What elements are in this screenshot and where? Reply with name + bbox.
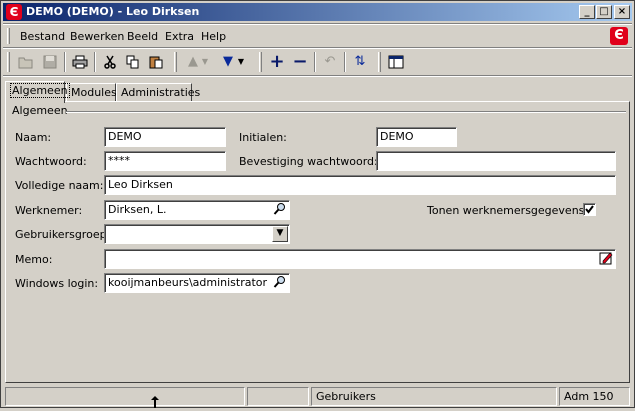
menu-bewerken[interactable]: Bewerken: [70, 30, 124, 43]
windows-login-input[interactable]: kooijmanbeurs\administrator: [104, 273, 290, 293]
status-cell-2: [247, 387, 309, 406]
group-title: Algemeen: [12, 104, 68, 117]
status-bar: Gebruikers Adm 150: [3, 387, 632, 406]
refresh-icon[interactable]: ⇅: [349, 51, 371, 73]
naam-label: Naam:: [15, 131, 52, 144]
volledige-naam-label: Volledige naam:: [15, 179, 104, 192]
werknemer-search-icon[interactable]: [272, 202, 288, 218]
print-icon[interactable]: [69, 51, 91, 73]
menu-beeld[interactable]: Beeld: [127, 30, 158, 43]
arrow-down-dropdown-icon[interactable]: ▼: [235, 51, 247, 73]
toolbar-grip-3[interactable]: [259, 52, 262, 72]
bevestiging-wachtwoord-input[interactable]: [376, 151, 616, 171]
initialen-label: Initialen:: [239, 131, 287, 144]
memo-edit-icon[interactable]: [598, 251, 614, 267]
menu-bestand[interactable]: Bestand: [20, 30, 65, 43]
paste-icon[interactable]: [145, 51, 167, 73]
tonen-werknemersgegevens-label: Tonen werknemersgegevens:: [427, 204, 589, 217]
arrow-up-dropdown-icon[interactable]: ▼: [199, 51, 211, 73]
toolbar-separator: [344, 52, 346, 72]
chevron-down-icon[interactable]: ▼: [272, 226, 288, 242]
cut-icon[interactable]: [99, 51, 121, 73]
application-window: Є DEMO (DEMO) - Leo Dirksen _ □ × Bestan…: [0, 0, 635, 408]
menubar-grip[interactable]: [7, 28, 10, 44]
toolbar-separator: [64, 52, 66, 72]
window-icon[interactable]: [385, 51, 407, 73]
undo-icon[interactable]: ↶: [319, 51, 341, 73]
brand-logo-icon: Є: [610, 27, 628, 45]
naam-input[interactable]: DEMO: [104, 127, 226, 147]
window-title: DEMO (DEMO) - Leo Dirksen: [26, 5, 200, 18]
werknemer-label: Werknemer:: [15, 204, 83, 217]
status-cell-1: [5, 387, 245, 406]
windows-login-value: kooijmanbeurs\administrator: [108, 276, 268, 289]
volledige-naam-input[interactable]: Leo Dirksen: [104, 175, 616, 195]
tonen-werknemersgegevens-checkbox[interactable]: [583, 203, 596, 216]
title-bar[interactable]: Є DEMO (DEMO) - Leo Dirksen _ □ ×: [3, 3, 632, 21]
status-administration: Adm 150: [559, 387, 630, 406]
tab-modules[interactable]: Modules: [66, 83, 117, 102]
gebruikersgroep-select[interactable]: ▼: [104, 224, 290, 244]
werknemer-input[interactable]: Dirksen, L.: [104, 200, 290, 220]
add-icon[interactable]: +: [266, 51, 288, 73]
close-button[interactable]: ×: [614, 5, 630, 19]
toolbar: ▲ ▼ ▼ ▼ + − ↶ ⇅: [3, 49, 632, 75]
toolbar-separator: [94, 52, 96, 72]
werknemer-value: Dirksen, L.: [108, 203, 167, 216]
tab-administraties[interactable]: Administraties: [116, 83, 200, 102]
wachtwoord-label: Wachtwoord:: [15, 155, 87, 168]
open-folder-icon[interactable]: [15, 51, 37, 73]
menu-extra[interactable]: Extra: [165, 30, 194, 43]
wachtwoord-input[interactable]: ****: [104, 151, 226, 171]
toolbar-grip-2[interactable]: [174, 52, 177, 72]
toolbar-grip[interactable]: [7, 52, 10, 72]
app-logo-icon[interactable]: Є: [6, 4, 22, 20]
copy-icon[interactable]: [122, 51, 144, 73]
save-icon[interactable]: [39, 51, 61, 73]
menu-bar: Bestand Bewerken Beeld Extra Help Є: [3, 25, 632, 47]
mouse-cursor-icon: [151, 396, 159, 411]
tab-algemeen[interactable]: Algemeen: [5, 81, 70, 103]
status-module: Gebruikers: [311, 387, 557, 406]
toolbar-separator: [314, 52, 316, 72]
tab-panel: Algemeen Naam: DEMO Initialen: DEMO Wach…: [5, 101, 630, 383]
toolbar-grip-4[interactable]: [378, 52, 381, 72]
initialen-input[interactable]: DEMO: [376, 127, 457, 147]
gebruikersgroep-label: Gebruikersgroep:: [15, 228, 111, 241]
group-divider: [66, 111, 626, 113]
memo-input[interactable]: [104, 249, 616, 269]
windows-login-label: Windows login:: [15, 277, 99, 290]
maximize-button[interactable]: □: [596, 5, 612, 19]
toolbar-bottom-divider: [3, 75, 632, 77]
remove-icon[interactable]: −: [289, 51, 311, 73]
memo-label: Memo:: [15, 253, 53, 266]
bevestiging-wachtwoord-label: Bevestiging wachtwoord:: [239, 155, 378, 168]
minimize-button[interactable]: _: [579, 5, 595, 19]
windows-login-search-icon[interactable]: [272, 275, 288, 291]
menu-help[interactable]: Help: [201, 30, 226, 43]
